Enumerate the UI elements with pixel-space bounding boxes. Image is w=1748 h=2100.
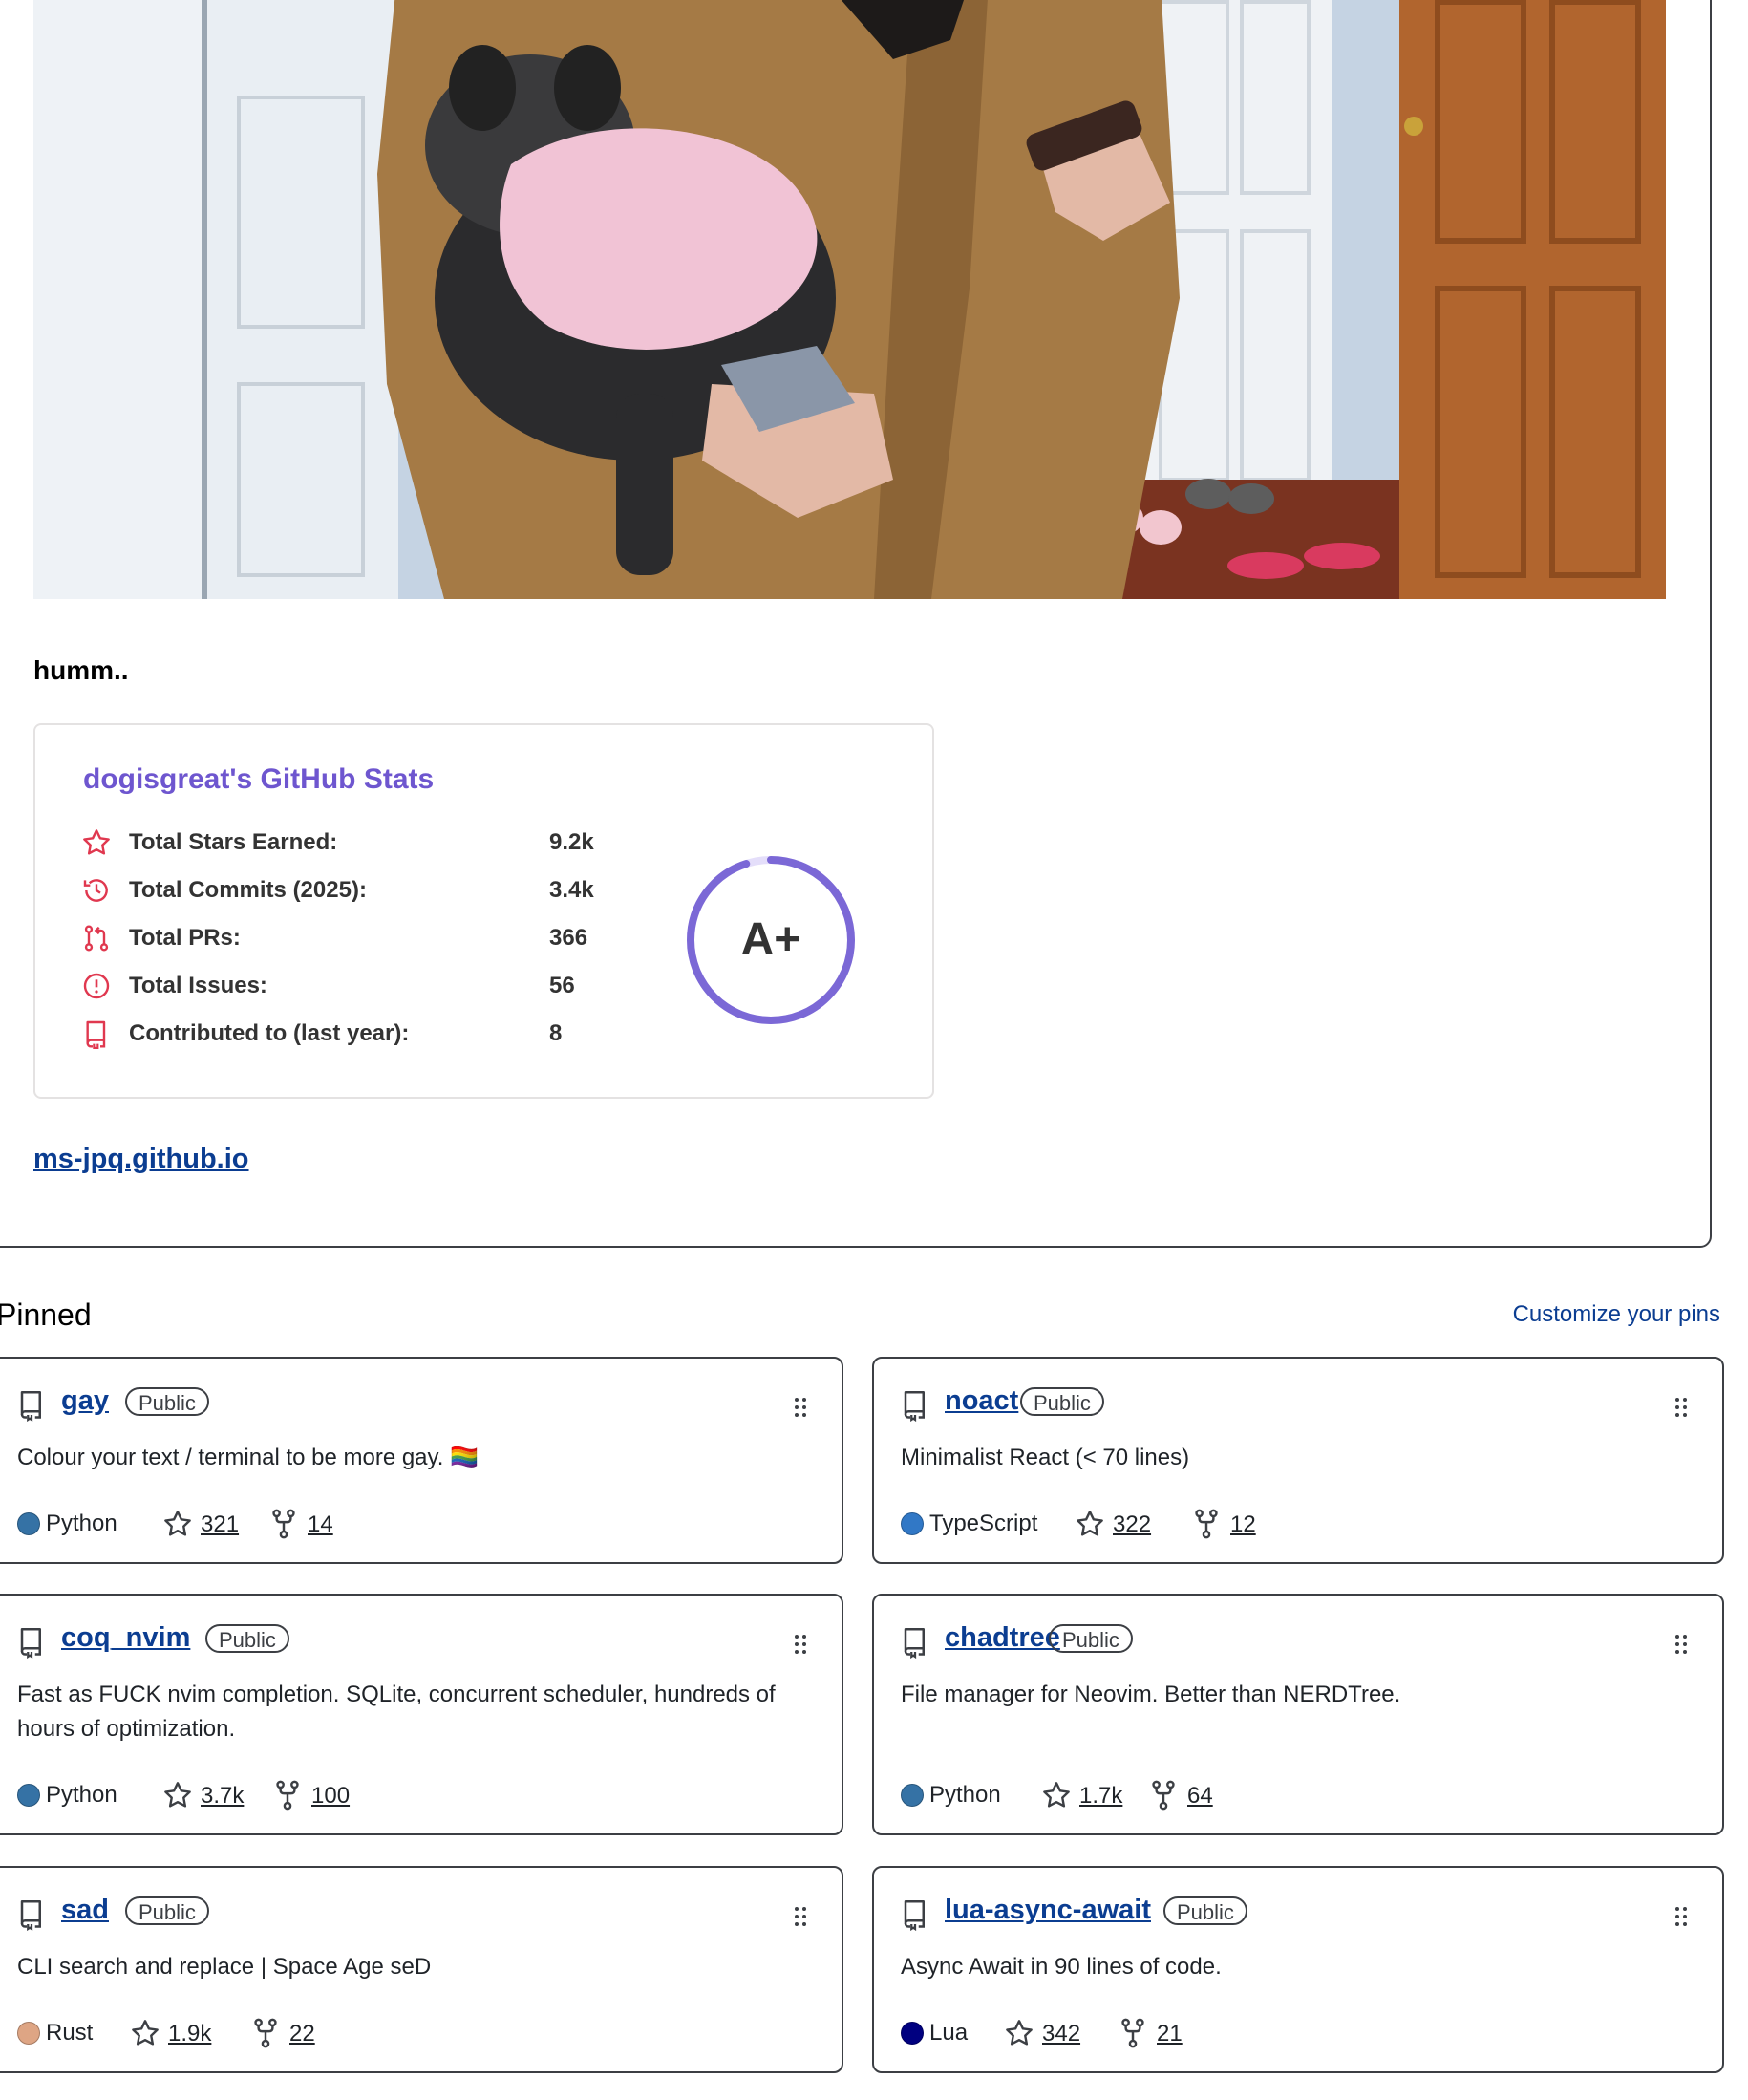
stat-value: 366 (549, 925, 588, 951)
pinned-repo-card: gay Public Colour your text / terminal to … (0, 1357, 843, 1564)
drag-handle-icon[interactable] (794, 1634, 807, 1660)
customize-pins-link[interactable]: Customize your pins (1513, 1301, 1720, 1328)
stat-row-prs: Total PRs: 366 (81, 919, 616, 957)
pinned-repo-card: coq_nvim Public Fast as FUCK nvim completi… (0, 1594, 843, 1835)
pinned-repo-card: noact Public Minimalist React (< 70 lines)… (872, 1357, 1724, 1564)
readme-heading: humm.. (33, 655, 129, 685)
stat-label: Total Commits (2025): (129, 877, 367, 903)
repo-meta: Lua 342 21 (901, 2018, 1283, 2050)
repo-icon (17, 1898, 46, 1936)
visibility-badge: Public (1020, 1387, 1104, 1416)
repo-icon (901, 1898, 929, 1936)
repo-icon (86, 1020, 106, 1049)
visibility-badge: Public (205, 1624, 289, 1653)
repo-name-link[interactable]: noact (945, 1385, 1018, 1417)
issue-icon (83, 973, 110, 999)
repo-language: Rust (46, 2020, 94, 2046)
repo-description: Colour your text / terminal to be more g… (17, 1445, 479, 1470)
pinned-heading: Pinned (0, 1297, 92, 1332)
repo-star-count: 1.7k (1079, 1783, 1123, 1809)
drag-handle-icon[interactable] (1674, 1634, 1688, 1660)
visibility-badge: Public (125, 1387, 209, 1416)
repo-description: Async Await in 90 lines of code. (901, 1954, 1222, 1980)
language-color-dot (17, 2022, 40, 2045)
repo-star-count: 3.7k (201, 1783, 245, 1809)
stat-row-stars: Total Stars Earned: 9.2k (81, 824, 616, 862)
repo-name-link[interactable]: lua-async-await (945, 1895, 1151, 1926)
history-icon (83, 879, 108, 902)
repo-language: Python (46, 1511, 117, 1536)
repo-fork-count: 21 (1157, 2021, 1183, 2046)
visibility-badge: Public (125, 1896, 209, 1925)
repo-name-link[interactable]: chadtree (945, 1622, 1060, 1654)
rank-circle: A+ (683, 852, 859, 1028)
language-color-dot (901, 2022, 924, 2045)
language-color-dot (17, 1784, 40, 1807)
repo-description: File manager for Neovim. Better than NER… (901, 1682, 1401, 1707)
repo-icon (17, 1626, 46, 1663)
drag-handle-icon[interactable] (1674, 1906, 1688, 1932)
language-color-dot (17, 1512, 40, 1535)
repo-meta: Python 3.7k 100 (17, 1780, 399, 1812)
repo-icon (17, 1389, 46, 1426)
readme-photo (33, 0, 1666, 599)
pinned-repo-card: sad Public CLI search and replace | Space … (0, 1866, 843, 2073)
repo-meta: Python 1.7k 64 (901, 1780, 1283, 1812)
repo-language: Python (46, 1782, 117, 1808)
drag-handle-icon[interactable] (1674, 1397, 1688, 1423)
repo-language: Python (929, 1782, 1001, 1808)
repo-fork-count: 14 (308, 1511, 333, 1537)
repo-meta: Python 321 14 (17, 1509, 399, 1541)
stat-value: 8 (549, 1020, 563, 1046)
repo-meta: Rust 1.9k 22 (17, 2018, 399, 2050)
star-icon (83, 829, 110, 855)
repo-meta: TypeScript 322 12 (901, 1509, 1283, 1541)
stat-row-contributed: Contributed to (last year): 8 (81, 1015, 616, 1053)
stat-label: Total Stars Earned: (129, 829, 338, 855)
repo-language: TypeScript (929, 1511, 1038, 1536)
language-color-dot (901, 1784, 924, 1807)
github-stats-card: dogisgreat's GitHub Stats Total Stars Ea… (33, 723, 934, 1099)
repo-star-count: 1.9k (168, 2021, 212, 2046)
repo-name-link[interactable]: sad (61, 1895, 109, 1926)
stat-row-issues: Total Issues: 56 (81, 967, 616, 1005)
repo-language: Lua (929, 2020, 969, 2046)
stat-label: Contributed to (last year): (129, 1020, 410, 1046)
repo-icon (901, 1389, 929, 1426)
drag-handle-icon[interactable] (794, 1906, 807, 1932)
visibility-badge: Public (1049, 1624, 1133, 1653)
repo-icon (901, 1626, 929, 1663)
pinned-repo-card: chadtree Public File manager for Neovim. B… (872, 1594, 1724, 1835)
readme-card: humm.. dogisgreat's GitHub Stats Total S… (0, 0, 1712, 1248)
repo-fork-count: 12 (1230, 1511, 1256, 1537)
language-color-dot (901, 1512, 924, 1535)
stat-value: 56 (549, 973, 575, 998)
repo-star-count: 342 (1042, 2021, 1081, 2046)
pull-request-icon (84, 925, 109, 952)
repo-fork-count: 22 (289, 2021, 315, 2046)
stat-value: 3.4k (549, 877, 594, 903)
stat-label: Total Issues: (129, 973, 267, 998)
repo-star-count: 322 (1113, 1511, 1152, 1537)
repo-fork-count: 100 (311, 1783, 351, 1809)
repo-description: Fast as FUCK nvim completion. SQLite, co… (17, 1682, 776, 1742)
repo-star-count: 321 (201, 1511, 240, 1537)
stat-value: 9.2k (549, 829, 594, 855)
repo-description: CLI search and replace | Space Age seD (17, 1954, 432, 1980)
stat-row-commits: Total Commits (2025): 3.4k (81, 871, 616, 910)
stats-title: dogisgreat's GitHub Stats (83, 763, 435, 795)
visibility-badge: Public (1163, 1896, 1247, 1925)
repo-description: Minimalist React (< 70 lines) (901, 1445, 1190, 1470)
drag-handle-icon[interactable] (794, 1397, 807, 1423)
pinned-repo-card: lua-async-await Public Async Await in 90 l… (872, 1866, 1724, 2073)
rank-grade: A+ (740, 914, 801, 965)
website-link[interactable]: ms-jpq.github.io (33, 1144, 249, 1175)
repo-fork-count: 64 (1187, 1783, 1213, 1809)
repo-name-link[interactable]: gay (61, 1385, 109, 1417)
stat-label: Total PRs: (129, 925, 241, 951)
repo-name-link[interactable]: coq_nvim (61, 1622, 190, 1654)
